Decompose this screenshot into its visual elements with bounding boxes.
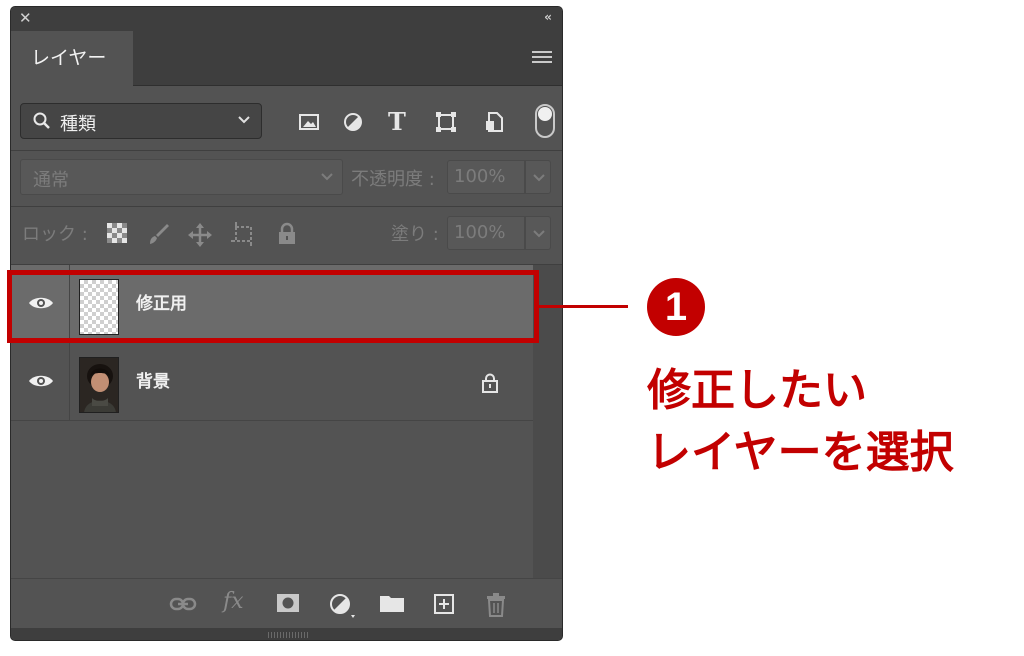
opacity-value: 100% [454,166,506,187]
lock-all-icon[interactable] [276,222,298,250]
divider [11,206,562,207]
panel-titlebar: ✕ ‹‹ [11,7,562,31]
callout-line-1: 修正したい [647,365,867,416]
fill-value: 100% [454,222,506,243]
layer-thumbnail-photo [79,357,119,413]
panel-menu-icon[interactable] [532,51,552,65]
type-filter-icon[interactable]: T [388,107,410,136]
close-panel-icon[interactable]: ✕ [19,9,32,27]
eye-icon[interactable] [27,373,55,389]
opacity-dropdown[interactable] [525,160,551,194]
fx-icon[interactable]: fx [223,589,244,614]
fill-input[interactable]: 100% [447,216,525,250]
search-icon [33,112,50,129]
delete-layer-icon[interactable] [485,593,507,621]
fill-label: 塗り : [391,224,439,245]
fill-dropdown[interactable] [525,216,551,250]
filter-kind-label: 種類 [60,114,96,135]
opacity-label: 不透明度 : [351,169,435,190]
visibility-column [11,343,70,420]
collapse-panel-icon[interactable]: ‹‹ [544,10,552,24]
chevron-down-icon [321,173,333,181]
lock-position-icon[interactable] [187,222,213,252]
chevron-down-icon [533,174,545,182]
layer-row-background[interactable]: 背景 [11,343,533,421]
panel-tabbar: レイヤー [11,31,562,87]
layer-name[interactable]: 背景 [136,367,170,392]
filter-toggle-switch[interactable] [535,104,555,138]
resize-grip-icon[interactable] [268,632,308,638]
callout-text: 修正したい レイヤーを選択 [647,360,954,484]
selection-highlight-box [7,270,539,343]
new-layer-icon[interactable] [433,593,455,619]
lock-label: ロック : [22,224,88,245]
image-filter-icon[interactable] [298,111,320,133]
lock-transparent-pixels-icon[interactable] [106,222,128,248]
callout-number-badge: 1 [647,278,705,336]
callout-line-2: レイヤーを選択 [647,427,954,478]
blend-mode-select[interactable]: 通常 [20,159,343,195]
filter-kind-select[interactable]: 種類 [20,103,262,139]
resize-strip[interactable] [11,628,562,640]
shape-filter-icon[interactable] [435,111,457,133]
new-group-icon[interactable] [379,593,405,617]
new-adjustment-layer-icon[interactable] [329,593,357,623]
lock-icon[interactable] [481,373,499,393]
chevron-down-icon [238,116,250,124]
link-layers-icon[interactable] [169,595,197,617]
tab-layers[interactable]: レイヤー [11,31,133,87]
smart-object-filter-icon[interactable] [483,111,505,133]
opacity-input[interactable]: 100% [447,160,525,194]
add-mask-icon[interactable] [276,593,300,617]
panel-footer: fx [11,578,562,628]
adjustment-filter-icon[interactable] [342,111,364,133]
lock-image-pixels-icon[interactable] [147,222,171,250]
chevron-down-icon [533,230,545,238]
divider [11,150,562,151]
callout-line [539,305,628,308]
blend-mode-label: 通常 [33,170,69,191]
lock-artboard-icon[interactable] [231,222,257,250]
